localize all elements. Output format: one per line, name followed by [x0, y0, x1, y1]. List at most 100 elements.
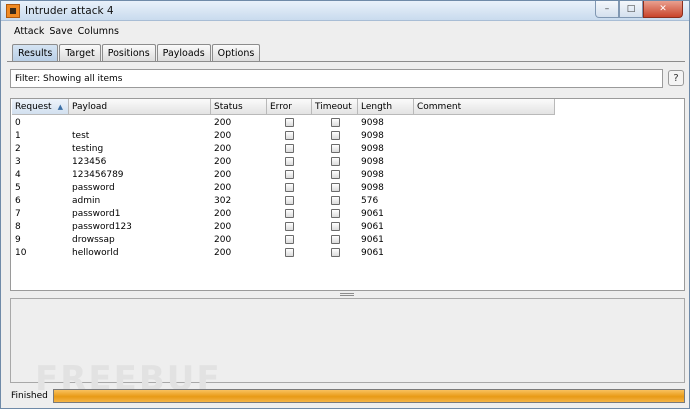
column-header-request[interactable]: Request ▲ [12, 99, 69, 115]
cell-request: 0 [15, 117, 21, 128]
timeout-checkbox[interactable] [330, 222, 340, 231]
cell-error [267, 233, 312, 246]
tab-options[interactable]: Options [211, 44, 261, 61]
cell-timeout [312, 181, 358, 194]
cell-comment [414, 116, 555, 129]
table-row[interactable]: 5 password 200 9098 [12, 181, 555, 194]
cell-error [267, 181, 312, 194]
timeout-checkbox[interactable] [330, 157, 340, 166]
column-header-status[interactable]: Status [211, 99, 267, 115]
minimize-button[interactable]: – [595, 1, 619, 18]
cell-timeout [312, 168, 358, 181]
table-row[interactable]: 9 drowssap 200 9061 [12, 233, 555, 246]
error-checkbox[interactable] [285, 170, 294, 179]
cell-timeout [312, 194, 358, 207]
cell-status: 200 [214, 130, 232, 141]
tab-results[interactable]: Results [12, 44, 59, 61]
error-checkbox[interactable] [285, 235, 294, 244]
column-header-timeout[interactable]: Timeout [312, 99, 358, 115]
timeout-checkbox[interactable] [330, 196, 340, 205]
error-checkbox[interactable] [285, 248, 294, 257]
error-checkbox[interactable] [285, 131, 294, 140]
cell-error [267, 155, 312, 168]
table-row[interactable]: 6 admin 302 576 [12, 194, 555, 207]
table-row[interactable]: 4 123456789 200 9098 [12, 168, 555, 181]
cell-status: 200 [214, 221, 232, 232]
cell-length: 9098 [361, 117, 384, 128]
help-button[interactable]: ? [668, 70, 684, 86]
results-table: Request ▲ Payload Status Error Timeout L… [10, 98, 685, 291]
cell-length: 9098 [361, 130, 384, 141]
cell-comment [414, 129, 555, 142]
cell-error [267, 116, 312, 129]
tab-strip: Results Target Positions Payloads Option… [12, 44, 261, 61]
cell-timeout [312, 246, 358, 259]
maximize-button[interactable]: □ [619, 1, 643, 18]
filter-bar[interactable]: Filter: Showing all items [10, 69, 663, 88]
tab-payloads[interactable]: Payloads [156, 44, 211, 61]
menu-columns[interactable]: Columns [78, 26, 119, 37]
error-checkbox[interactable] [285, 157, 294, 166]
tab-target[interactable]: Target [59, 44, 101, 61]
cell-comment [414, 220, 555, 233]
cell-length: 9098 [361, 182, 384, 193]
column-header-payload[interactable]: Payload [69, 99, 211, 115]
cell-request: 6 [15, 195, 21, 206]
cell-timeout [312, 129, 358, 142]
table-row[interactable]: 1 test 200 9098 [12, 129, 555, 142]
cell-length: 576 [361, 195, 379, 206]
title-bar[interactable]: Intruder attack 4 – □ ✕ [1, 1, 689, 21]
error-checkbox[interactable] [285, 196, 294, 205]
timeout-checkbox[interactable] [330, 170, 340, 179]
cell-payload [69, 116, 211, 129]
cell-length: 9061 [361, 208, 384, 219]
timeout-checkbox[interactable] [330, 183, 340, 192]
cell-timeout [312, 155, 358, 168]
column-header-length[interactable]: Length [358, 99, 414, 115]
cell-request: 10 [15, 247, 27, 258]
column-header-comment[interactable]: Comment [414, 99, 555, 115]
timeout-checkbox[interactable] [330, 209, 340, 218]
error-checkbox[interactable] [285, 222, 294, 231]
menu-bar: Attack Save Columns [2, 22, 689, 40]
cell-request: 1 [15, 130, 21, 141]
sort-ascending-icon: ▲ [57, 103, 63, 111]
table-row[interactable]: 10 helloworld 200 9061 [12, 246, 555, 259]
cell-status: 302 [214, 195, 232, 206]
timeout-checkbox[interactable] [330, 248, 340, 257]
table-row[interactable]: 0 200 9098 [12, 116, 555, 129]
timeout-checkbox[interactable] [330, 235, 340, 244]
tab-divider [7, 61, 685, 62]
cell-comment [414, 155, 555, 168]
error-checkbox[interactable] [285, 118, 294, 127]
cell-payload: admin [72, 195, 101, 206]
error-checkbox[interactable] [285, 183, 294, 192]
burp-app-icon [6, 4, 20, 18]
window-title: Intruder attack 4 [25, 5, 114, 17]
table-row[interactable]: 2 testing 200 9098 [12, 142, 555, 155]
timeout-checkbox[interactable] [330, 118, 340, 127]
column-header-error[interactable]: Error [267, 99, 312, 115]
cell-length: 9098 [361, 156, 384, 167]
menu-attack[interactable]: Attack [14, 26, 44, 37]
status-label: Finished [11, 391, 48, 401]
cell-timeout [312, 116, 358, 129]
timeout-checkbox[interactable] [330, 131, 340, 140]
error-checkbox[interactable] [285, 144, 294, 153]
error-checkbox[interactable] [285, 209, 294, 218]
cell-payload: helloworld [72, 247, 119, 258]
intruder-window: Intruder attack 4 – □ ✕ Attack Save Colu… [0, 0, 690, 409]
pane-splitter-handle[interactable] [340, 293, 354, 296]
close-button[interactable]: ✕ [643, 1, 683, 18]
cell-error [267, 220, 312, 233]
cell-error [267, 129, 312, 142]
table-row[interactable]: 3 123456 200 9098 [12, 155, 555, 168]
tab-positions[interactable]: Positions [101, 44, 156, 61]
timeout-checkbox[interactable] [330, 144, 340, 153]
cell-status: 200 [214, 143, 232, 154]
cell-payload: drowssap [72, 234, 115, 245]
menu-save[interactable]: Save [49, 26, 72, 37]
table-row[interactable]: 7 password1 200 9061 [12, 207, 555, 220]
cell-payload: password123 [72, 221, 132, 232]
table-row[interactable]: 8 password123 200 9061 [12, 220, 555, 233]
